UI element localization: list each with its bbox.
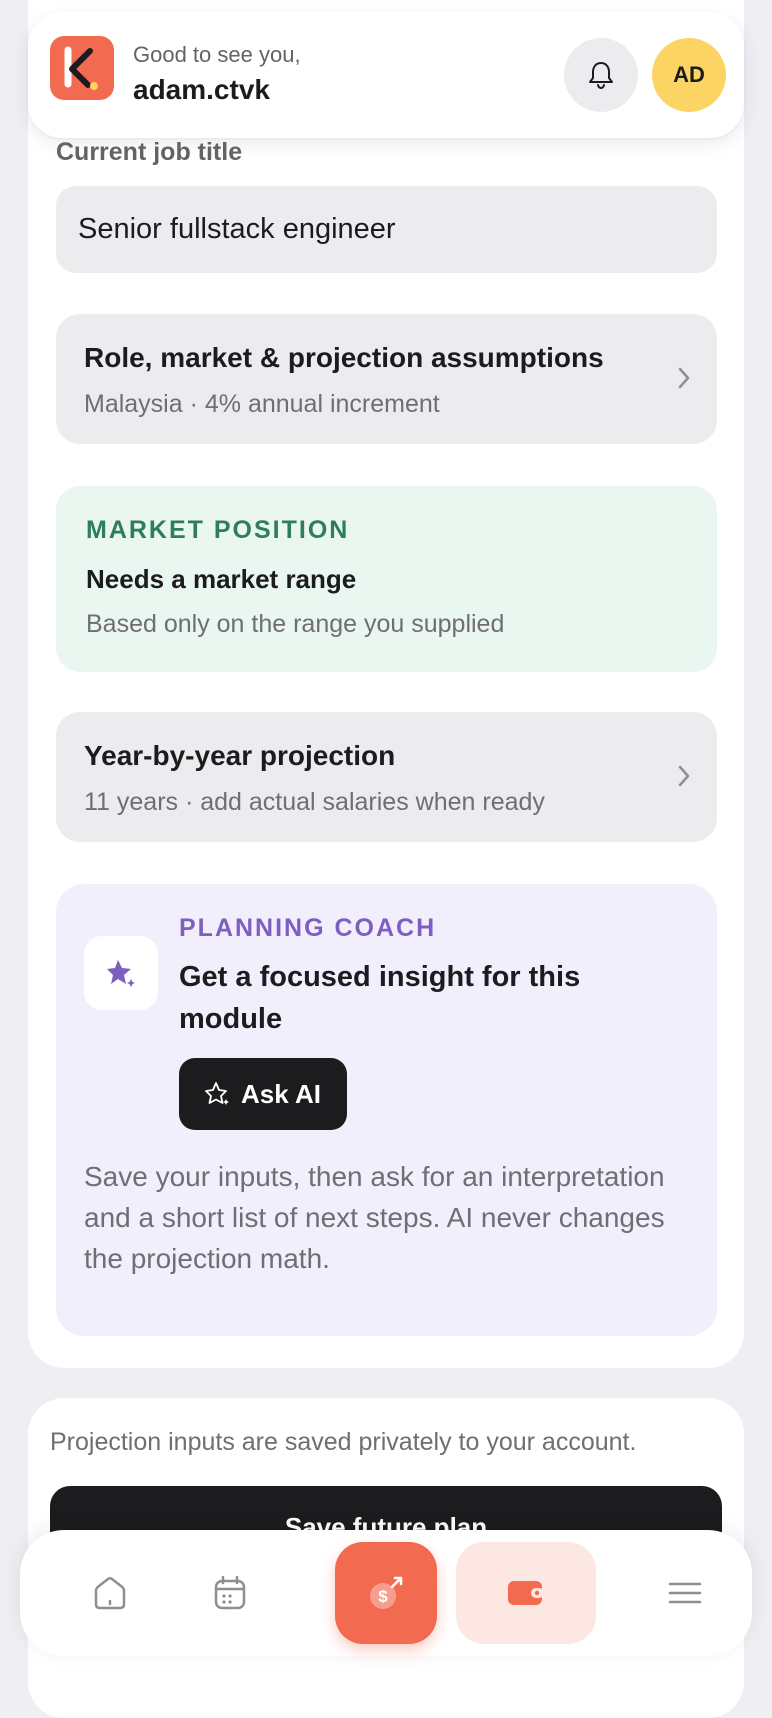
planning-coach-title: Get a focused insight for this module [179,961,581,1035]
tab-calendar[interactable] [170,1530,290,1656]
privacy-note: Projection inputs are saved privately to… [50,1428,637,1456]
market-position-title: Needs a market range [86,564,357,594]
tab-menu[interactable] [625,1530,745,1656]
calendar-icon [214,1575,246,1610]
app-header: Good to see you, adam.ctvk AD [28,12,744,138]
bell-icon [589,62,613,90]
avatar[interactable]: AD [652,38,726,112]
wallet-icon [508,1581,544,1605]
chevron-right-icon [678,765,690,787]
assumptions-card[interactable]: Role, market & projection assumptions Ma… [56,314,717,444]
app-logo-k-icon [64,46,98,90]
projection-title: Year-by-year projection [84,740,396,771]
coach-icon-box [84,936,158,1010]
assumptions-subtitle: Malaysia · 4% annual increment [84,390,440,418]
sparkle-outline-icon [205,1082,230,1105]
projection-card[interactable]: Year-by-year projection 11 years · add a… [56,712,717,842]
market-position-subtitle: Based only on the range you supplied [86,610,505,638]
username: adam.ctvk [133,74,270,105]
assumptions-title: Role, market & projection assumptions [84,342,604,373]
chevron-right-icon [678,367,690,389]
greeting-text: Good to see you, [133,42,301,67]
tab-wallet[interactable] [456,1542,596,1644]
money-growth-icon: $ [370,1576,403,1609]
tab-money-growth[interactable]: $ [335,1542,437,1644]
bottom-tab-bar: $ [20,1530,752,1656]
svg-text:$: $ [378,1587,388,1606]
planning-coach-eyebrow: PLANNING COACH [179,914,437,942]
job-title-label: Current job title [56,138,243,166]
job-title-input[interactable] [56,186,717,273]
tab-home[interactable] [50,1530,170,1656]
planning-coach-card: PLANNING COACH Get a focused insight for… [56,884,717,1336]
menu-icon [668,1582,702,1604]
planning-coach-description: Save your inputs, then ask for an interp… [84,1161,665,1274]
projection-subtitle: 11 years · add actual salaries when read… [84,788,545,816]
sparkle-star-icon [107,960,135,987]
app-logo[interactable] [50,36,114,100]
ask-ai-button[interactable]: Ask AI [179,1058,347,1130]
ask-ai-label: Ask AI [241,1078,321,1109]
market-position-card: MARKET POSITION Needs a market range Bas… [56,486,717,672]
notifications-button[interactable] [564,38,638,112]
market-position-eyebrow: MARKET POSITION [86,516,350,544]
home-icon [94,1577,126,1610]
